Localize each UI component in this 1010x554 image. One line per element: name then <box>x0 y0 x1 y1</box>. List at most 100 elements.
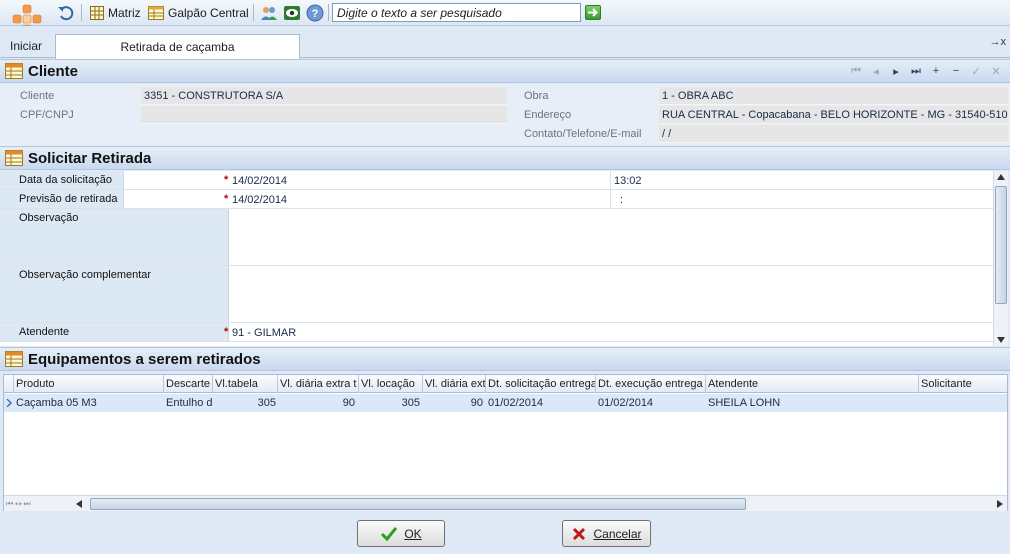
column-header-vl-locacao[interactable]: Vl. locação <box>359 375 423 393</box>
matriz-button[interactable]: Matriz <box>90 4 141 22</box>
scroll-down-icon[interactable] <box>997 337 1005 343</box>
contato-label: Contato/Telefone/E-mail <box>524 128 642 140</box>
confirm-record-icon[interactable]: ✓ <box>966 65 986 78</box>
endereco-label: Endereço <box>524 109 572 121</box>
column-header-vl-tabela[interactable]: Vl.tabela <box>213 375 278 393</box>
scroll-right-icon[interactable] <box>997 500 1003 508</box>
cell-vl-diaria-extra: 90 <box>342 397 355 409</box>
solicitar-panel: Data da solicitação * 14/02/2014 13:02 P… <box>0 171 993 346</box>
delete-record-icon[interactable]: − <box>946 65 966 78</box>
tab-retirada-cacamba[interactable]: Retirada de caçamba <box>55 34 300 59</box>
required-mark: * <box>224 193 229 205</box>
obra-value[interactable]: 1 - OBRA ABC <box>662 90 734 102</box>
toolbar-separator <box>81 4 82 21</box>
ok-label: OK <box>404 526 422 541</box>
table-icon <box>5 351 23 367</box>
tab-iniciar[interactable]: Iniciar <box>10 39 42 53</box>
search-go-button[interactable] <box>585 5 601 20</box>
column-header-vl-diaria-extra[interactable]: Vl. diária extra t <box>278 375 359 393</box>
row-indicator-header <box>4 375 14 393</box>
observacao-label: Observação <box>0 209 229 265</box>
view-icon[interactable] <box>283 4 301 22</box>
main-toolbar: Matriz Galpão Central ? Digite o texto a… <box>0 0 1010 34</box>
row-pointer-icon <box>6 399 12 407</box>
previsao-retirada-input[interactable]: 14/02/2014 <box>232 194 287 206</box>
grid-horizontal-scrollbar[interactable]: ⏮◂▸⏭ <box>4 495 1007 511</box>
column-header-dt-execucao[interactable]: Dt. execução entrega <box>596 375 706 393</box>
observacao-textarea[interactable] <box>230 209 993 265</box>
cell-dt-solicitacao: 01/02/2014 <box>488 397 544 409</box>
table-icon <box>5 150 23 166</box>
galpao-label: Galpão Central <box>168 6 249 20</box>
endereco-value[interactable]: RUA CENTRAL - Copacabana - BELO HORIZONT… <box>662 109 1008 121</box>
galpao-button[interactable]: Galpão Central <box>148 4 249 22</box>
grid-header: Produto Descarte Vl.tabela Vl. diária ex… <box>4 375 1007 393</box>
observacao-complementar-textarea[interactable] <box>230 266 993 322</box>
data-solicitacao-time-input[interactable]: 13:02 <box>614 175 642 187</box>
close-icon <box>573 527 586 540</box>
toolbar-separator <box>328 4 329 21</box>
record-navigator: ⏮ ◂ ▸ ⏭ + − ✓ ✕ <box>846 65 1006 78</box>
next-record-icon[interactable]: ▸ <box>886 65 906 78</box>
observacao-row: Observação <box>0 209 993 266</box>
equipamentos-section-header: Equipamentos a serem retirados <box>0 347 1010 371</box>
toolbar-separator <box>253 4 254 21</box>
scroll-thumb[interactable] <box>90 498 746 510</box>
previsao-retirada-time-input[interactable]: : <box>620 194 623 206</box>
contato-value[interactable]: / / <box>662 128 671 140</box>
cliente-section-title: Cliente <box>28 63 79 80</box>
column-header-descarte[interactable]: Descarte <box>164 375 213 393</box>
contato-field-bg <box>659 125 1008 143</box>
cell-produto: Caçamba 05 M3 <box>16 397 97 409</box>
observacao-complementar-row: Observação complementar <box>0 266 993 323</box>
cell-vl-locacao: 305 <box>401 397 420 409</box>
tab-bar: Iniciar Retirada de caçamba →x <box>0 26 1010 59</box>
arrow-right-icon <box>588 8 598 17</box>
column-header-produto[interactable]: Produto <box>14 375 164 393</box>
cell-vl-diaria-ext: 90 <box>470 397 483 409</box>
solicitar-vertical-scrollbar[interactable] <box>993 171 1008 346</box>
check-icon <box>381 526 398 541</box>
solicitar-section-header: Solicitar Retirada <box>0 146 1010 170</box>
cancel-record-icon[interactable]: ✕ <box>986 65 1006 78</box>
first-record-icon[interactable]: ⏮ <box>846 65 866 78</box>
scroll-left-icon[interactable] <box>76 500 82 508</box>
required-mark: * <box>224 174 229 186</box>
scroll-up-icon[interactable] <box>997 174 1005 180</box>
ok-button[interactable]: OK <box>357 520 445 547</box>
svg-text:?: ? <box>312 8 319 20</box>
matriz-label: Matriz <box>108 6 141 20</box>
last-record-icon[interactable]: ⏭ <box>906 65 926 78</box>
help-icon[interactable]: ? <box>306 4 324 22</box>
column-header-dt-solicitacao[interactable]: Dt. solicitação entrega <box>486 375 596 393</box>
users-icon[interactable] <box>260 4 278 22</box>
cell-vl-tabela: 305 <box>257 397 276 409</box>
cancel-button[interactable]: Cancelar <box>562 520 651 547</box>
field-divider <box>610 171 611 190</box>
prev-record-icon[interactable]: ◂ <box>866 65 886 78</box>
required-mark: * <box>224 326 229 338</box>
search-input[interactable]: Digite o texto a ser pesquisado <box>332 3 581 22</box>
cpf-label: CPF/CNPJ <box>20 109 74 121</box>
observacao-complementar-label: Observação complementar <box>0 266 229 322</box>
cliente-label: Cliente <box>20 90 55 102</box>
equipamentos-section-title: Equipamentos a serem retirados <box>28 351 261 368</box>
grid-navigator-icon[interactable]: ⏮◂▸⏭ <box>6 499 32 509</box>
atendente-input[interactable]: 91 - GILMAR <box>232 327 296 339</box>
add-record-icon[interactable]: + <box>926 65 946 78</box>
atendente-label: Atendente <box>0 323 229 341</box>
undo-icon[interactable] <box>57 4 75 22</box>
scroll-thumb[interactable] <box>995 186 1007 304</box>
column-header-vl-diaria-ext[interactable]: Vl. diária ext <box>423 375 486 393</box>
grid-icon <box>90 6 104 20</box>
field-divider <box>610 190 611 209</box>
cliente-value[interactable]: 3351 - CONSTRUTORA S/A <box>144 90 283 102</box>
solicitar-section-title: Solicitar Retirada <box>28 150 152 167</box>
cliente-section-header: Cliente ⏮ ◂ ▸ ⏭ + − ✓ ✕ <box>0 59 1010 83</box>
column-header-atendente[interactable]: Atendente <box>706 375 919 393</box>
column-header-solicitante[interactable]: Solicitante <box>919 375 1007 393</box>
previsao-retirada-label: Previsão de retirada <box>0 190 124 208</box>
data-solicitacao-input[interactable]: 14/02/2014 <box>232 175 287 187</box>
table-row[interactable]: Caçamba 05 M3 Entulho d 305 90 305 90 01… <box>4 394 1007 412</box>
close-tab-icon[interactable]: →x <box>990 36 1007 48</box>
